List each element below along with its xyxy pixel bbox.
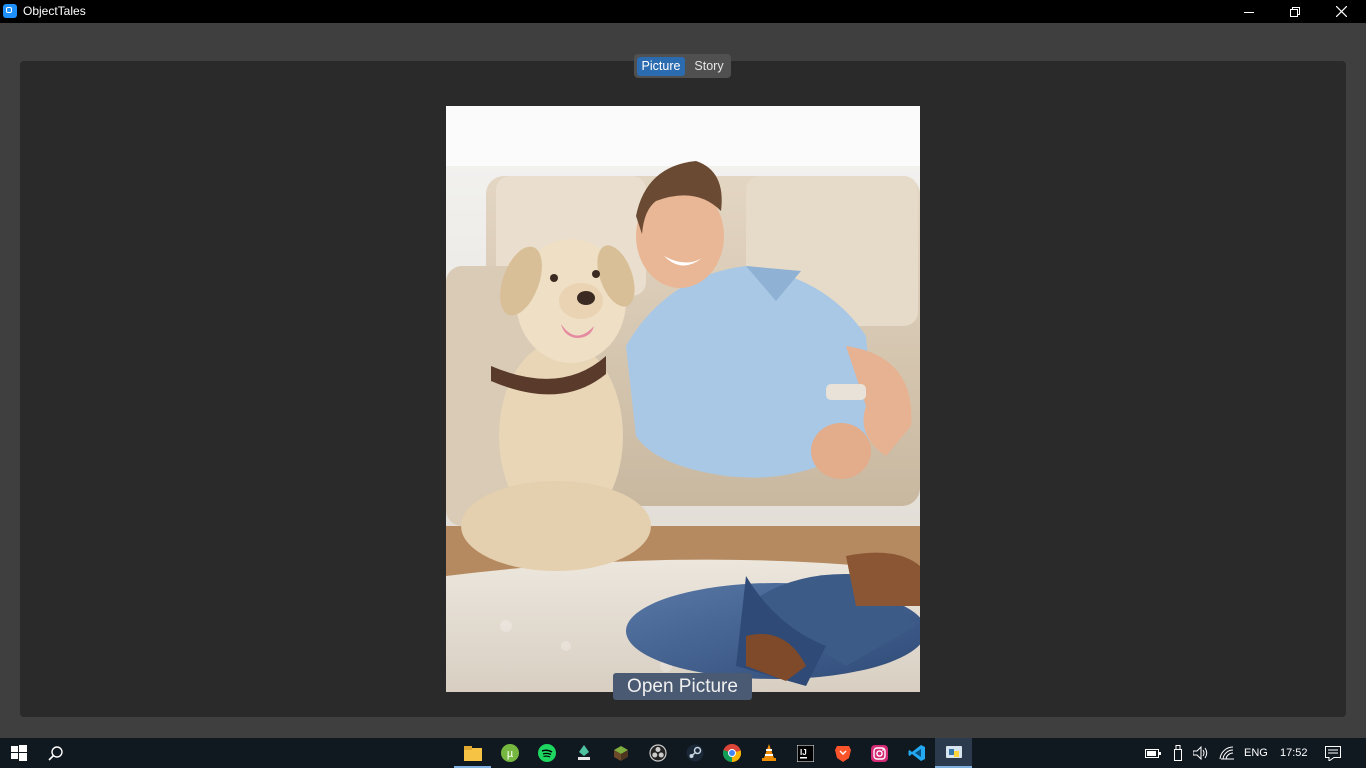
app-icon[interactable] (565, 738, 602, 768)
clock[interactable]: 17:52 (1280, 738, 1308, 768)
tab-picture[interactable]: Picture (637, 57, 685, 76)
wifi-icon[interactable] (1214, 738, 1240, 768)
close-icon (1335, 6, 1347, 17)
svg-text:IJ: IJ (800, 748, 807, 757)
instagram-icon[interactable] (861, 738, 898, 768)
utorrent-icon[interactable]: µ (491, 738, 528, 768)
view-tabs: Picture Story (634, 54, 731, 78)
intellij-icon[interactable]: IJ (787, 738, 824, 768)
vlc-icon[interactable] (750, 738, 787, 768)
volume-icon[interactable] (1189, 738, 1213, 768)
chrome-icon[interactable] (713, 738, 750, 768)
title-bar: ObjectTales (0, 0, 1366, 23)
open-picture-button[interactable]: Open Picture (613, 673, 752, 700)
minimize-button[interactable] (1226, 0, 1272, 23)
windows-start-icon[interactable] (0, 738, 37, 768)
search-icon[interactable] (37, 738, 74, 768)
tab-story[interactable]: Story (689, 57, 729, 76)
picture-display (446, 106, 920, 692)
battery-icon[interactable] (1140, 738, 1166, 768)
vscode-icon[interactable] (898, 738, 935, 768)
obs-icon[interactable] (639, 738, 676, 768)
file-explorer-icon[interactable] (454, 738, 491, 768)
close-button[interactable] (1318, 0, 1364, 23)
language-indicator[interactable]: ENG (1244, 738, 1268, 768)
window-title: ObjectTales (23, 4, 86, 18)
minecraft-icon[interactable] (602, 738, 639, 768)
restore-icon (1290, 6, 1300, 17)
spotify-icon[interactable] (528, 738, 565, 768)
app-logo-icon (3, 4, 17, 18)
photo-man-with-dog-image (446, 106, 920, 692)
minimize-icon (1244, 11, 1254, 13)
python-icon[interactable] (935, 738, 972, 768)
svg-text:µ: µ (506, 748, 513, 760)
brave-icon[interactable] (824, 738, 861, 768)
taskbar: µ IJ ENG 17:52 (0, 738, 1366, 768)
notification-icon[interactable] (1318, 738, 1348, 768)
steam-icon[interactable] (676, 738, 713, 768)
usb-device-icon[interactable] (1166, 738, 1190, 768)
restore-button[interactable] (1272, 0, 1318, 23)
